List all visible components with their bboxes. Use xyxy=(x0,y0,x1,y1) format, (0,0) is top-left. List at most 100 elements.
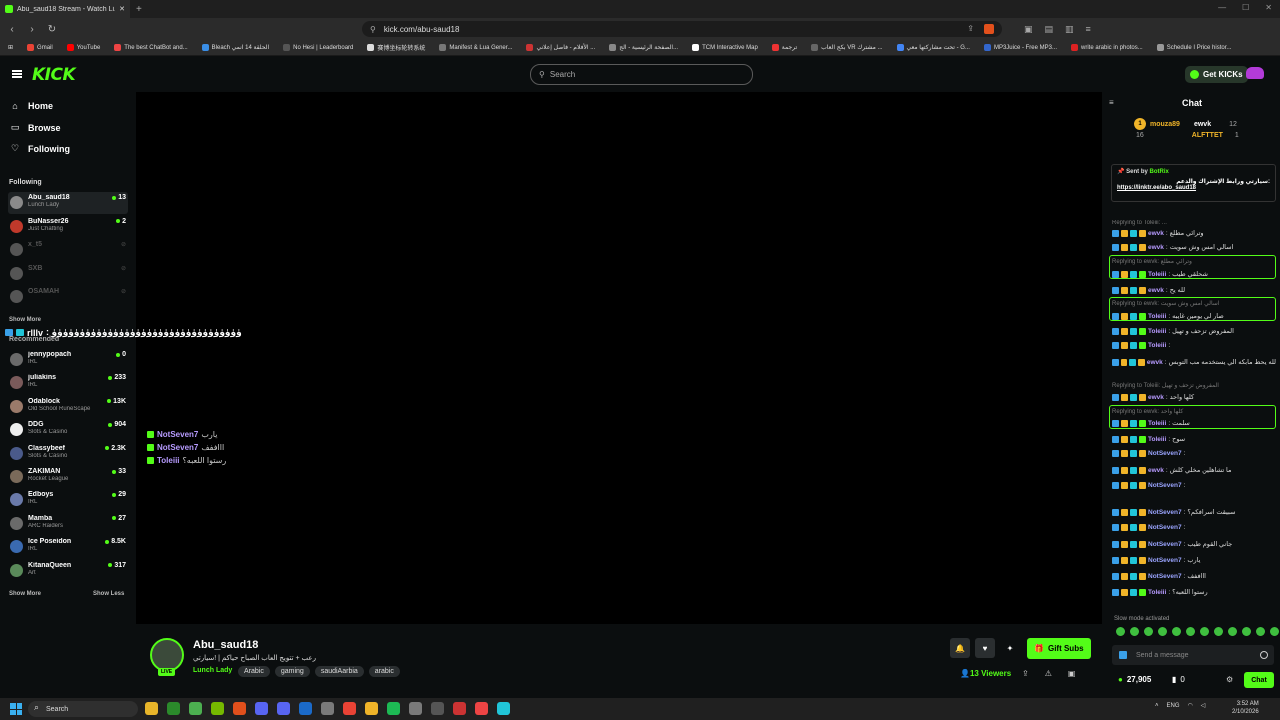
points-balance[interactable]: ▮ 0 xyxy=(1172,675,1185,684)
channel-row[interactable]: Classybeef Slots & Casino 2.3K xyxy=(8,443,128,465)
bookmark-item[interactable]: No Hesi | Leaderboard xyxy=(283,44,353,51)
chat-username[interactable]: NotSeven7 xyxy=(1148,524,1182,531)
chat-username[interactable]: ewvk xyxy=(1147,359,1163,366)
bookmark-item[interactable]: write arabic in photos... xyxy=(1071,44,1143,51)
bookmark-item[interactable]: 赛博坐标轮转系统 xyxy=(367,43,425,52)
bookmark-item[interactable]: Bleach الحلقة 14 انمي xyxy=(201,44,269,51)
url-field[interactable]: ⚲ kick.com/abu-saud18 ⇪ xyxy=(362,21,1002,37)
minimize-icon[interactable]: — xyxy=(1218,3,1226,12)
chat-username[interactable]: Toleiii xyxy=(1148,589,1166,596)
chat-message[interactable]: Toleiii: المفروض تزحف و تهيل xyxy=(1112,327,1276,335)
channel-row[interactable]: OSAMAH ⊘ xyxy=(8,286,128,308)
bookmark-item[interactable]: TCM Interactive Map xyxy=(692,44,758,51)
chat-username[interactable]: Toleiii xyxy=(1148,328,1166,335)
taskbar-app-icon[interactable] xyxy=(409,702,422,715)
kicks-balance[interactable]: ● 27,905 xyxy=(1118,675,1151,684)
new-tab-icon[interactable]: + xyxy=(136,4,142,15)
brave-shield-icon[interactable] xyxy=(984,24,994,34)
taskbar-app-icon[interactable] xyxy=(299,702,312,715)
chat-message[interactable]: NotSeven7: xyxy=(1112,482,1276,489)
notification-bell-button[interactable]: 🔔 xyxy=(950,638,970,658)
chat-message[interactable]: ewvk: اسالي امس وش سويت xyxy=(1112,243,1276,251)
emote-icon[interactable] xyxy=(1172,627,1181,636)
taskbar-app-icon[interactable] xyxy=(189,702,202,715)
chat-username[interactable]: NotSeven7 xyxy=(1148,509,1182,516)
channel-row[interactable]: KitanaQueen Art 317 xyxy=(8,560,128,582)
taskbar-app-icon[interactable] xyxy=(365,702,378,715)
bookmark-item[interactable]: Gmail xyxy=(27,44,53,51)
channel-row[interactable]: juliakins IRL 233 xyxy=(8,372,128,394)
report-icon[interactable]: ⚠ xyxy=(1045,669,1052,678)
taskbar-app-icon[interactable] xyxy=(321,702,334,715)
bookmark-item[interactable]: Schedule I Price histor... xyxy=(1156,44,1231,51)
leader-user-3[interactable]: ALFTTET xyxy=(1192,132,1223,139)
wallet-icon[interactable]: ▥ xyxy=(1065,24,1074,35)
bookmark-item[interactable]: MP3Juice - Free MP3... xyxy=(983,44,1057,51)
bookmark-item[interactable]: The best ChatBot and... xyxy=(114,44,188,51)
channel-row[interactable]: jennypopach IRL 0 xyxy=(8,349,128,371)
chat-message[interactable]: NotSeven7: سبيقت اسرافكم؟ xyxy=(1112,508,1276,516)
site-info-icon[interactable]: ⚲ xyxy=(370,25,376,34)
taskbar-app-icon[interactable] xyxy=(211,702,224,715)
emote-icon[interactable] xyxy=(1270,627,1279,636)
emoji-icon[interactable] xyxy=(1260,651,1268,659)
chat-username[interactable]: NotSeven7 xyxy=(1148,573,1182,580)
share-icon[interactable]: ⇪ xyxy=(967,24,974,34)
taskbar-app-icon[interactable] xyxy=(167,702,180,715)
emote-icon[interactable] xyxy=(1200,627,1209,636)
taskbar-app-icon[interactable] xyxy=(145,702,158,715)
browser-tab[interactable]: Abu_saud18 Stream - Watch Li... ✕ xyxy=(0,0,130,18)
nav-browse[interactable]: ▭ Browse xyxy=(10,122,61,133)
taskbar-search[interactable]: Search xyxy=(28,701,138,717)
bookmark-item[interactable]: تحت مشاركتها معي - G... xyxy=(896,44,970,51)
emote-icon[interactable] xyxy=(1130,627,1139,636)
chat-username[interactable]: ewvk xyxy=(1148,467,1164,474)
sidebar-icon[interactable]: ▤ xyxy=(1045,24,1054,35)
user-avatar[interactable] xyxy=(1246,67,1264,79)
show-more-following[interactable]: Show More xyxy=(9,317,41,323)
chat-username[interactable]: NotSeven7 xyxy=(1148,557,1182,564)
bookmark-item[interactable]: YouTube xyxy=(66,44,100,51)
bookmark-item[interactable]: ترجمة xyxy=(771,44,797,51)
channel-row[interactable]: x_t5 ⊘ xyxy=(8,239,128,261)
taskbar-app-icon[interactable] xyxy=(277,702,290,715)
channel-row[interactable]: Abu_saud18 Lunch Lady 13 xyxy=(8,192,128,214)
stream-category[interactable]: Lunch Lady xyxy=(193,667,232,674)
chat-message[interactable]: NotSeven7: xyxy=(1112,524,1276,531)
windows-start-icon[interactable] xyxy=(10,703,22,715)
taskbar-app-icon[interactable] xyxy=(475,702,488,715)
follow-heart-button[interactable]: ♥ xyxy=(975,638,995,658)
chat-username[interactable]: NotSeven7 xyxy=(1148,541,1182,548)
stream-tag[interactable]: arabic xyxy=(368,666,400,677)
leader-user-1[interactable]: mouza89 xyxy=(1150,121,1180,128)
chat-message[interactable]: ewvk: ما تشاهلين مخلي كلش xyxy=(1112,466,1276,474)
chat-username[interactable]: ewvk xyxy=(1148,230,1164,237)
emote-icon[interactable] xyxy=(1116,627,1125,636)
taskbar-app-icon[interactable] xyxy=(431,702,444,715)
show-more-recommended[interactable]: Show More xyxy=(9,591,41,597)
chat-settings-icon[interactable]: ⚙ xyxy=(1226,675,1233,684)
close-tab-icon[interactable]: ✕ xyxy=(119,5,125,13)
taskbar-app-icon[interactable] xyxy=(387,702,400,715)
emote-icon[interactable] xyxy=(1186,627,1195,636)
reload-icon[interactable]: ↻ xyxy=(46,24,58,35)
stream-tag[interactable]: gaming xyxy=(274,666,310,677)
bookmark-item[interactable]: Manifest & Lua Gener... xyxy=(439,44,512,51)
collapse-chat-icon[interactable]: ≡ xyxy=(1109,98,1114,107)
close-window-icon[interactable]: ✕ xyxy=(1265,3,1272,12)
emote-icon[interactable] xyxy=(1214,627,1223,636)
chat-message[interactable]: ewvk: لله يحط مابكه الي يستخدمه مب التوبس xyxy=(1112,358,1276,366)
stream-tag[interactable]: saudiAarbia xyxy=(314,666,364,677)
sparkle-button[interactable]: ✦ xyxy=(1000,638,1020,658)
chat-message[interactable]: ewvk: كلها واحد xyxy=(1112,393,1276,401)
chat-username[interactable]: NotSeven7 xyxy=(1148,482,1182,489)
taskbar-app-icon[interactable] xyxy=(497,702,510,715)
taskbar-app-icon[interactable] xyxy=(255,702,268,715)
wifi-icon[interactable]: ◠ xyxy=(1188,702,1193,709)
emote-icon[interactable] xyxy=(1228,627,1237,636)
pinned-link[interactable]: https://linktr.ee/abo_saud18 xyxy=(1117,185,1270,191)
hamburger-menu-icon[interactable] xyxy=(12,70,22,78)
chat-message[interactable]: NotSeven7: xyxy=(1112,450,1276,457)
channel-row[interactable]: Edboys IRL 29 xyxy=(8,489,128,511)
emote-icon[interactable] xyxy=(1158,627,1167,636)
